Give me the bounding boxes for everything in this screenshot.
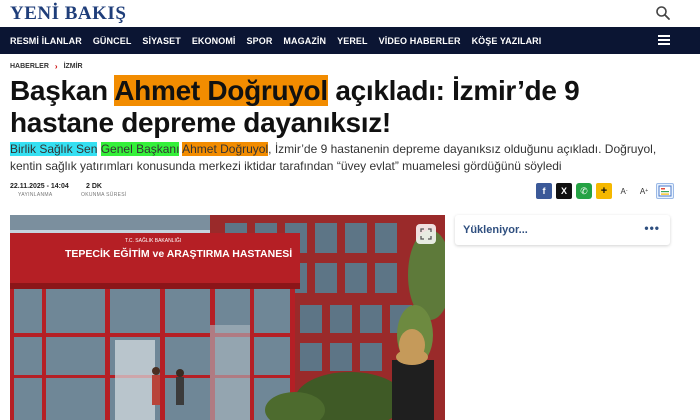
google-news-icon[interactable] bbox=[656, 183, 674, 199]
whatsapp-share-button[interactable]: ✆ bbox=[576, 183, 592, 199]
summary-highlight-title: Genel Başkanı bbox=[100, 142, 180, 156]
read-time-label: OKUNMA SÜRESİ bbox=[81, 192, 127, 198]
nav-list: RESMİ İLANLAR GÜNCEL SİYASET EKONOMİ SPO… bbox=[10, 27, 541, 54]
summary-highlight-name: Ahmet Doğruyol bbox=[182, 142, 269, 156]
nav-item-kose-yazilari[interactable]: KÖŞE YAZILARI bbox=[472, 36, 542, 46]
article-headline: Başkan Ahmet Doğruyol açıkladı: İzmir’de… bbox=[10, 75, 650, 139]
headline-highlight: Ahmet Doğruyol bbox=[114, 75, 328, 106]
article-hero-image[interactable]: T.C. SAĞLIK BAKANLIĞI TEPECİK EĞİTİM ve … bbox=[10, 215, 445, 420]
nav-item-spor[interactable]: SPOR bbox=[247, 36, 273, 46]
nav-item-guncel[interactable]: GÜNCEL bbox=[93, 36, 132, 46]
more-share-button[interactable]: + bbox=[596, 183, 612, 199]
headline-part-1: Başkan bbox=[10, 75, 115, 106]
hamburger-menu-icon[interactable] bbox=[658, 35, 670, 45]
sign-main-text: TEPECİK EĞİTİM ve ARAŞTIRMA HASTANESİ bbox=[65, 247, 292, 260]
facebook-share-button[interactable]: f bbox=[536, 183, 552, 199]
article-summary: Birlik Sağlık Sen Genel Başkanı Ahmet Do… bbox=[10, 141, 670, 175]
expand-image-icon[interactable] bbox=[416, 224, 436, 244]
search-icon[interactable] bbox=[654, 4, 672, 22]
nav-item-ekonomi[interactable]: EKONOMİ bbox=[192, 36, 236, 46]
sidebar-loading-text: Yükleniyor... bbox=[463, 224, 528, 236]
breadcrumb-current[interactable]: İZMİR bbox=[64, 63, 83, 70]
x-share-button[interactable]: X bbox=[556, 183, 572, 199]
breadcrumb-separator: › bbox=[54, 62, 58, 71]
summary-highlight-union: Birlik Sağlık Sen bbox=[10, 142, 98, 156]
breadcrumb-home[interactable]: HABERLER bbox=[10, 63, 49, 70]
read-time: 2 DK bbox=[86, 183, 102, 190]
share-bar: f X ✆ + A- A + bbox=[536, 183, 674, 199]
nav-item-siyaset[interactable]: SİYASET bbox=[142, 36, 180, 46]
site-logo[interactable]: YENİ BAKIŞ bbox=[10, 3, 126, 25]
published-date: 22.11.2025 - 14:04 bbox=[10, 183, 69, 190]
sidebar-more-icon[interactable]: ••• bbox=[644, 221, 660, 235]
sign-top-text: T.C. SAĞLIK BAKANLIĞI bbox=[125, 237, 181, 244]
font-decrease-button[interactable]: A- bbox=[616, 183, 632, 199]
nav-item-magazin[interactable]: MAGAZİN bbox=[283, 36, 326, 46]
top-header: YENİ BAKIŞ bbox=[0, 0, 700, 27]
main-nav: RESMİ İLANLAR GÜNCEL SİYASET EKONOMİ SPO… bbox=[0, 27, 700, 54]
nav-item-yerel[interactable]: YEREL bbox=[337, 36, 368, 46]
nav-item-video-haberler[interactable]: VİDEO HABERLER bbox=[379, 36, 461, 46]
breadcrumb: HABERLER › İZMİR bbox=[10, 62, 83, 71]
sidebar-loading-card: Yükleniyor... ••• bbox=[455, 215, 670, 245]
nav-item-resmi-ilanlar[interactable]: RESMİ İLANLAR bbox=[10, 36, 82, 46]
font-increase-button[interactable]: A + bbox=[636, 183, 652, 199]
published-label: YAYINLANMA bbox=[18, 192, 53, 198]
